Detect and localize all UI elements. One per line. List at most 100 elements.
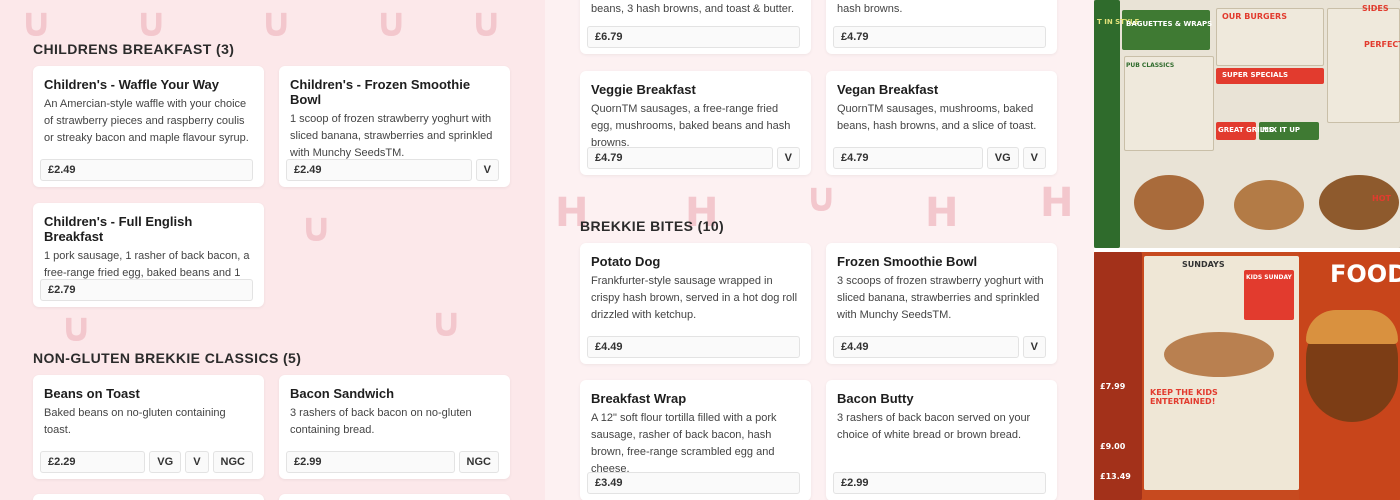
menu-column-right: H H ∪ H H beans, 3 hash browns, and toas… <box>545 0 1094 500</box>
menu-item-name: Veggie Breakfast <box>591 82 696 97</box>
price-field: £4.79 <box>833 26 1046 48</box>
price-field: £2.49 <box>40 159 253 181</box>
menu-item-card[interactable]: Veggie Breakfast QuornTM sausages, a fre… <box>580 71 811 175</box>
photo-label: SUPER SPECIALS <box>1222 71 1289 79</box>
menu-item-description: hash browns. <box>837 3 903 15</box>
menu-photos-panel: T IN STYLE BAGUETTES & WRAPS OUR BURGERS… <box>1094 0 1400 500</box>
menu-item-card[interactable]: Bacon Butty 3 rashers of back bacon serv… <box>826 380 1057 500</box>
menu-item-description: A 12" soft flour tortilla filled with a … <box>591 412 777 475</box>
horseshoe-pattern-icon: ∪ <box>135 0 168 46</box>
photo-label: MIX IT UP <box>1262 126 1301 134</box>
menu-item-card[interactable]: beans, 3 hash browns, and toast & butter… <box>580 0 811 54</box>
photo-label: OUR BURGERS <box>1222 12 1287 21</box>
photo-label: £13.49 <box>1100 472 1131 481</box>
photo-label: £9.00 <box>1100 442 1126 451</box>
vegetarian-badge: V <box>185 451 209 473</box>
horseshoe-pattern-icon: H <box>1040 180 1074 226</box>
vegetarian-badge: V <box>475 159 499 181</box>
menu-item-description: 3 rashers of back bacon on no-gluten con… <box>290 407 472 436</box>
menu-photo-deals[interactable]: SUNDAYS KIDS SUNDAY FOOD KEEP THE KIDS E… <box>1094 252 1400 500</box>
menu-item-card[interactable]: Beans on Toast Baked beans on no-gluten … <box>33 375 264 479</box>
menu-item-description: An Amercian-style waffle with your choic… <box>44 98 249 144</box>
horseshoe-pattern-icon: ∪ <box>60 305 93 351</box>
no-gluten-badge: NGC <box>458 451 499 473</box>
photo-food-plate <box>1234 180 1304 230</box>
photo-green-strip <box>1094 0 1120 248</box>
horseshoe-pattern-icon: ∪ <box>375 0 408 46</box>
menu-item-name: Children's - Waffle Your Way <box>44 77 219 92</box>
horseshoe-pattern-icon: ∪ <box>805 175 838 221</box>
price-field: £4.49 <box>587 336 800 358</box>
menu-item-description: beans, 3 hash browns, and toast & butter… <box>591 3 795 15</box>
menu-item-card-partial[interactable] <box>33 494 264 500</box>
menu-item-name: Children's - Frozen Smoothie Bowl <box>290 77 471 107</box>
photo-green-panel <box>1122 10 1210 50</box>
horseshoe-pattern-icon: ∪ <box>470 0 503 46</box>
horseshoe-pattern-icon: ∪ <box>260 0 293 46</box>
menu-item-card[interactable]: Children's - Frozen Smoothie Bowl 1 scoo… <box>279 66 510 187</box>
photo-deals-strip <box>1094 252 1142 500</box>
photo-label: SUNDAYS <box>1182 260 1225 269</box>
menu-photo-mains[interactable]: T IN STYLE BAGUETTES & WRAPS OUR BURGERS… <box>1094 0 1400 248</box>
photo-label: KEEP THE KIDS ENTERTAINED! <box>1150 388 1218 406</box>
menu-item-name: Breakfast Wrap <box>591 391 687 406</box>
price-field: £3.49 <box>587 472 800 494</box>
photo-label: KIDS SUNDAY <box>1246 274 1292 281</box>
photo-text-panel <box>1124 56 1214 151</box>
menu-item-name: Beans on Toast <box>44 386 140 401</box>
vegetarian-badge: V <box>776 147 800 169</box>
price-field: £2.49 <box>286 159 472 181</box>
horseshoe-pattern-icon: ∪ <box>20 0 53 46</box>
menu-item-description: 3 rashers of back bacon served on your c… <box>837 412 1031 441</box>
menu-item-name: Bacon Sandwich <box>290 386 395 401</box>
photo-label: PERFECT <box>1364 40 1400 49</box>
menu-item-description: QuornTM sausages, a free-range fried egg… <box>591 103 791 149</box>
menu-item-name: Bacon Butty <box>837 391 914 406</box>
price-field: £4.49 <box>833 336 1019 358</box>
photo-label: HOT <box>1372 194 1391 203</box>
menu-item-description: 1 scoop of frozen strawberry yoghurt wit… <box>290 113 493 159</box>
menu-item-description: Baked beans on no-gluten containing toas… <box>44 407 226 436</box>
menu-item-name: Vegan Breakfast <box>837 82 939 97</box>
photo-label: SIDES <box>1362 4 1389 13</box>
price-field: £4.79 <box>587 147 773 169</box>
menu-item-name: Frozen Smoothie Bowl <box>837 254 978 269</box>
menu-item-description: Frankfurter-style sausage wrapped in cri… <box>591 275 798 321</box>
vegan-badge: VG <box>986 147 1019 169</box>
menu-item-name: Children's - Full English Breakfast <box>44 214 193 244</box>
menu-item-card[interactable]: Children's - Waffle Your Way An Amercian… <box>33 66 264 187</box>
menu-item-card[interactable]: Breakfast Wrap A 12" soft flour tortilla… <box>580 380 811 500</box>
price-field: £2.29 <box>40 451 146 473</box>
price-field: £4.79 <box>833 147 983 169</box>
menu-item-card[interactable]: Bacon Sandwich 3 rashers of back bacon o… <box>279 375 510 479</box>
price-field: £2.99 <box>833 472 1046 494</box>
photo-label: FOOD <box>1330 260 1400 288</box>
photo-label: £7.99 <box>1100 382 1126 391</box>
menu-item-card[interactable]: Frozen Smoothie Bowl 3 scoops of frozen … <box>826 243 1057 364</box>
menu-item-card[interactable]: Vegan Breakfast QuornTM sausages, mushro… <box>826 71 1057 175</box>
price-field: £6.79 <box>587 26 800 48</box>
menu-item-card[interactable]: Potato Dog Frankfurter-style sausage wra… <box>580 243 811 364</box>
vegetarian-badge: V <box>1022 336 1046 358</box>
photo-label: BAGUETTES & WRAPS <box>1126 20 1213 28</box>
photo-burger-bun <box>1306 310 1398 344</box>
horseshoe-pattern-icon: ∪ <box>430 300 463 346</box>
menu-item-description: QuornTM sausages, mushrooms, baked beans… <box>837 103 1037 132</box>
photo-label: PUB CLASSICS <box>1126 62 1175 69</box>
section-title-childrens-breakfast: CHILDRENS BREAKFAST (3) <box>33 41 235 57</box>
vegetarian-badge: V <box>1022 147 1046 169</box>
section-title-non-gluten: NON-GLUTEN BREKKIE CLASSICS (5) <box>33 350 302 366</box>
menu-item-name: Potato Dog <box>591 254 661 269</box>
menu-item-card[interactable]: Children's - Full English Breakfast 1 po… <box>33 203 264 307</box>
price-field: £2.99 <box>286 451 455 473</box>
photo-text-panel <box>1327 8 1400 123</box>
vegan-badge: VG <box>149 451 182 473</box>
menu-item-card[interactable]: hash browns. £4.79 <box>826 0 1057 54</box>
menu-item-card-partial[interactable] <box>279 494 510 500</box>
horseshoe-pattern-icon: ∪ <box>300 205 333 251</box>
menu-item-description: 3 scoops of frozen strawberry yoghurt wi… <box>837 275 1044 321</box>
photo-food-plate <box>1134 175 1204 230</box>
price-field: £2.79 <box>40 279 253 301</box>
no-gluten-badge: NGC <box>212 451 253 473</box>
horseshoe-pattern-icon: H <box>925 190 959 236</box>
